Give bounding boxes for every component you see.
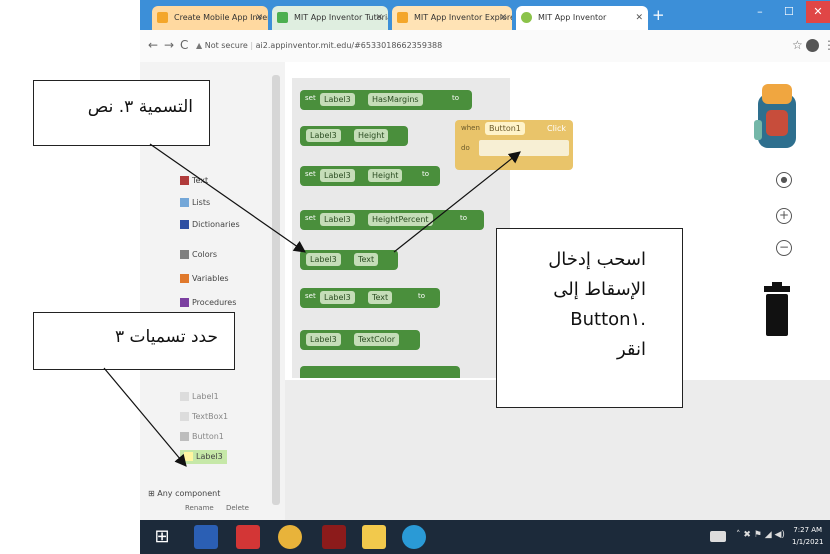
windows-start-icon[interactable]: ⊞ (150, 525, 174, 549)
arrow-to-label3 (103, 367, 187, 467)
acrobat-icon[interactable] (322, 525, 346, 549)
skype-icon[interactable] (402, 525, 426, 549)
annotation-arrows (103, 143, 521, 467)
app-red-icon[interactable] (236, 525, 260, 549)
arrow-to-text-block (149, 143, 306, 253)
system-tray-icons[interactable]: ˄ ✖ ⚑ ◢ ◀) (736, 530, 785, 540)
chrome-icon[interactable] (278, 525, 302, 549)
word-icon[interactable] (194, 525, 218, 549)
explorer-icon[interactable] (362, 525, 386, 549)
windows-taskbar: ⊞ ˄ ✖ ⚑ ◢ ◀) 7:27 AM 1/1/2021 (140, 520, 830, 554)
arrow-text-to-event (393, 151, 521, 253)
keyboard-icon[interactable] (710, 531, 726, 542)
taskbar-clock[interactable]: 7:27 AM 1/1/2021 (792, 524, 823, 548)
